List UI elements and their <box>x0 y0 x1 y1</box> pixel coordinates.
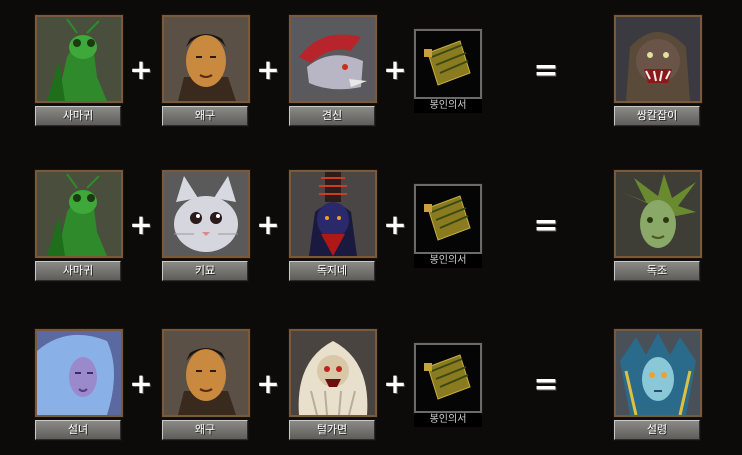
equals-sign: = <box>533 367 559 402</box>
scroll-label: 봉인의서 <box>414 413 482 427</box>
dog-spirit-portrait-icon[interactable] <box>289 15 377 103</box>
scroll-label: 봉인의서 <box>414 254 482 268</box>
plus-sign: + <box>129 53 153 86</box>
ingredient-name-button[interactable]: 독지네 <box>289 261 375 281</box>
plus-sign: + <box>129 367 153 400</box>
hair-mask-portrait-icon[interactable] <box>289 329 377 417</box>
equals-sign: = <box>533 208 559 243</box>
plus-sign: + <box>256 367 280 400</box>
scroll-label: 봉인의서 <box>414 99 482 113</box>
sealing-scroll-icon[interactable] <box>414 343 482 413</box>
ingredient-name-button[interactable]: 왜구 <box>162 106 248 126</box>
result-name-button[interactable]: 쌍칼잡이 <box>614 106 700 126</box>
ingredient-name-button[interactable]: 털가면 <box>289 420 375 440</box>
ingredient-name-button[interactable]: 설녀 <box>35 420 121 440</box>
recipe-row-2: 사마귀 + 키묘 + 독지네 + 봉인의서 = 독조 <box>0 170 742 290</box>
wokou-portrait-icon[interactable] <box>162 329 250 417</box>
centipede-portrait-icon[interactable] <box>289 170 377 258</box>
plus-sign: + <box>383 53 407 86</box>
mantis-portrait-icon[interactable] <box>35 15 123 103</box>
sealing-scroll-icon[interactable] <box>414 184 482 254</box>
poison-bird-portrait-icon[interactable] <box>614 170 702 258</box>
plus-sign: + <box>129 208 153 241</box>
plus-sign: + <box>256 53 280 86</box>
ingredient-name-button[interactable]: 견신 <box>289 106 375 126</box>
ingredient-name-button[interactable]: 사마귀 <box>35 261 121 281</box>
equals-sign: = <box>533 53 559 88</box>
ingredient-name-button[interactable]: 왜구 <box>162 420 248 440</box>
sealing-scroll-icon[interactable] <box>414 29 482 99</box>
ingredient-name-button[interactable]: 키묘 <box>162 261 248 281</box>
plus-sign: + <box>256 208 280 241</box>
plus-sign: + <box>383 208 407 241</box>
snow-woman-portrait-icon[interactable] <box>35 329 123 417</box>
cat-portrait-icon[interactable] <box>162 170 250 258</box>
ingredient-name-button[interactable]: 사마귀 <box>35 106 121 126</box>
wokou-portrait-icon[interactable] <box>162 15 250 103</box>
result-name-button[interactable]: 독조 <box>614 261 700 281</box>
recipe-row-1: 사마귀 + 왜구 + 견신 + 봉인의서 = 쌍칼잡이 <box>0 15 742 135</box>
twin-blade-portrait-icon[interactable] <box>614 15 702 103</box>
result-name-button[interactable]: 설령 <box>614 420 700 440</box>
recipe-row-3: 설녀 + 왜구 + 털가면 + 봉인의서 = 설령 <box>0 329 742 449</box>
mantis-portrait-icon[interactable] <box>35 170 123 258</box>
plus-sign: + <box>383 367 407 400</box>
snow-spirit-portrait-icon[interactable] <box>614 329 702 417</box>
